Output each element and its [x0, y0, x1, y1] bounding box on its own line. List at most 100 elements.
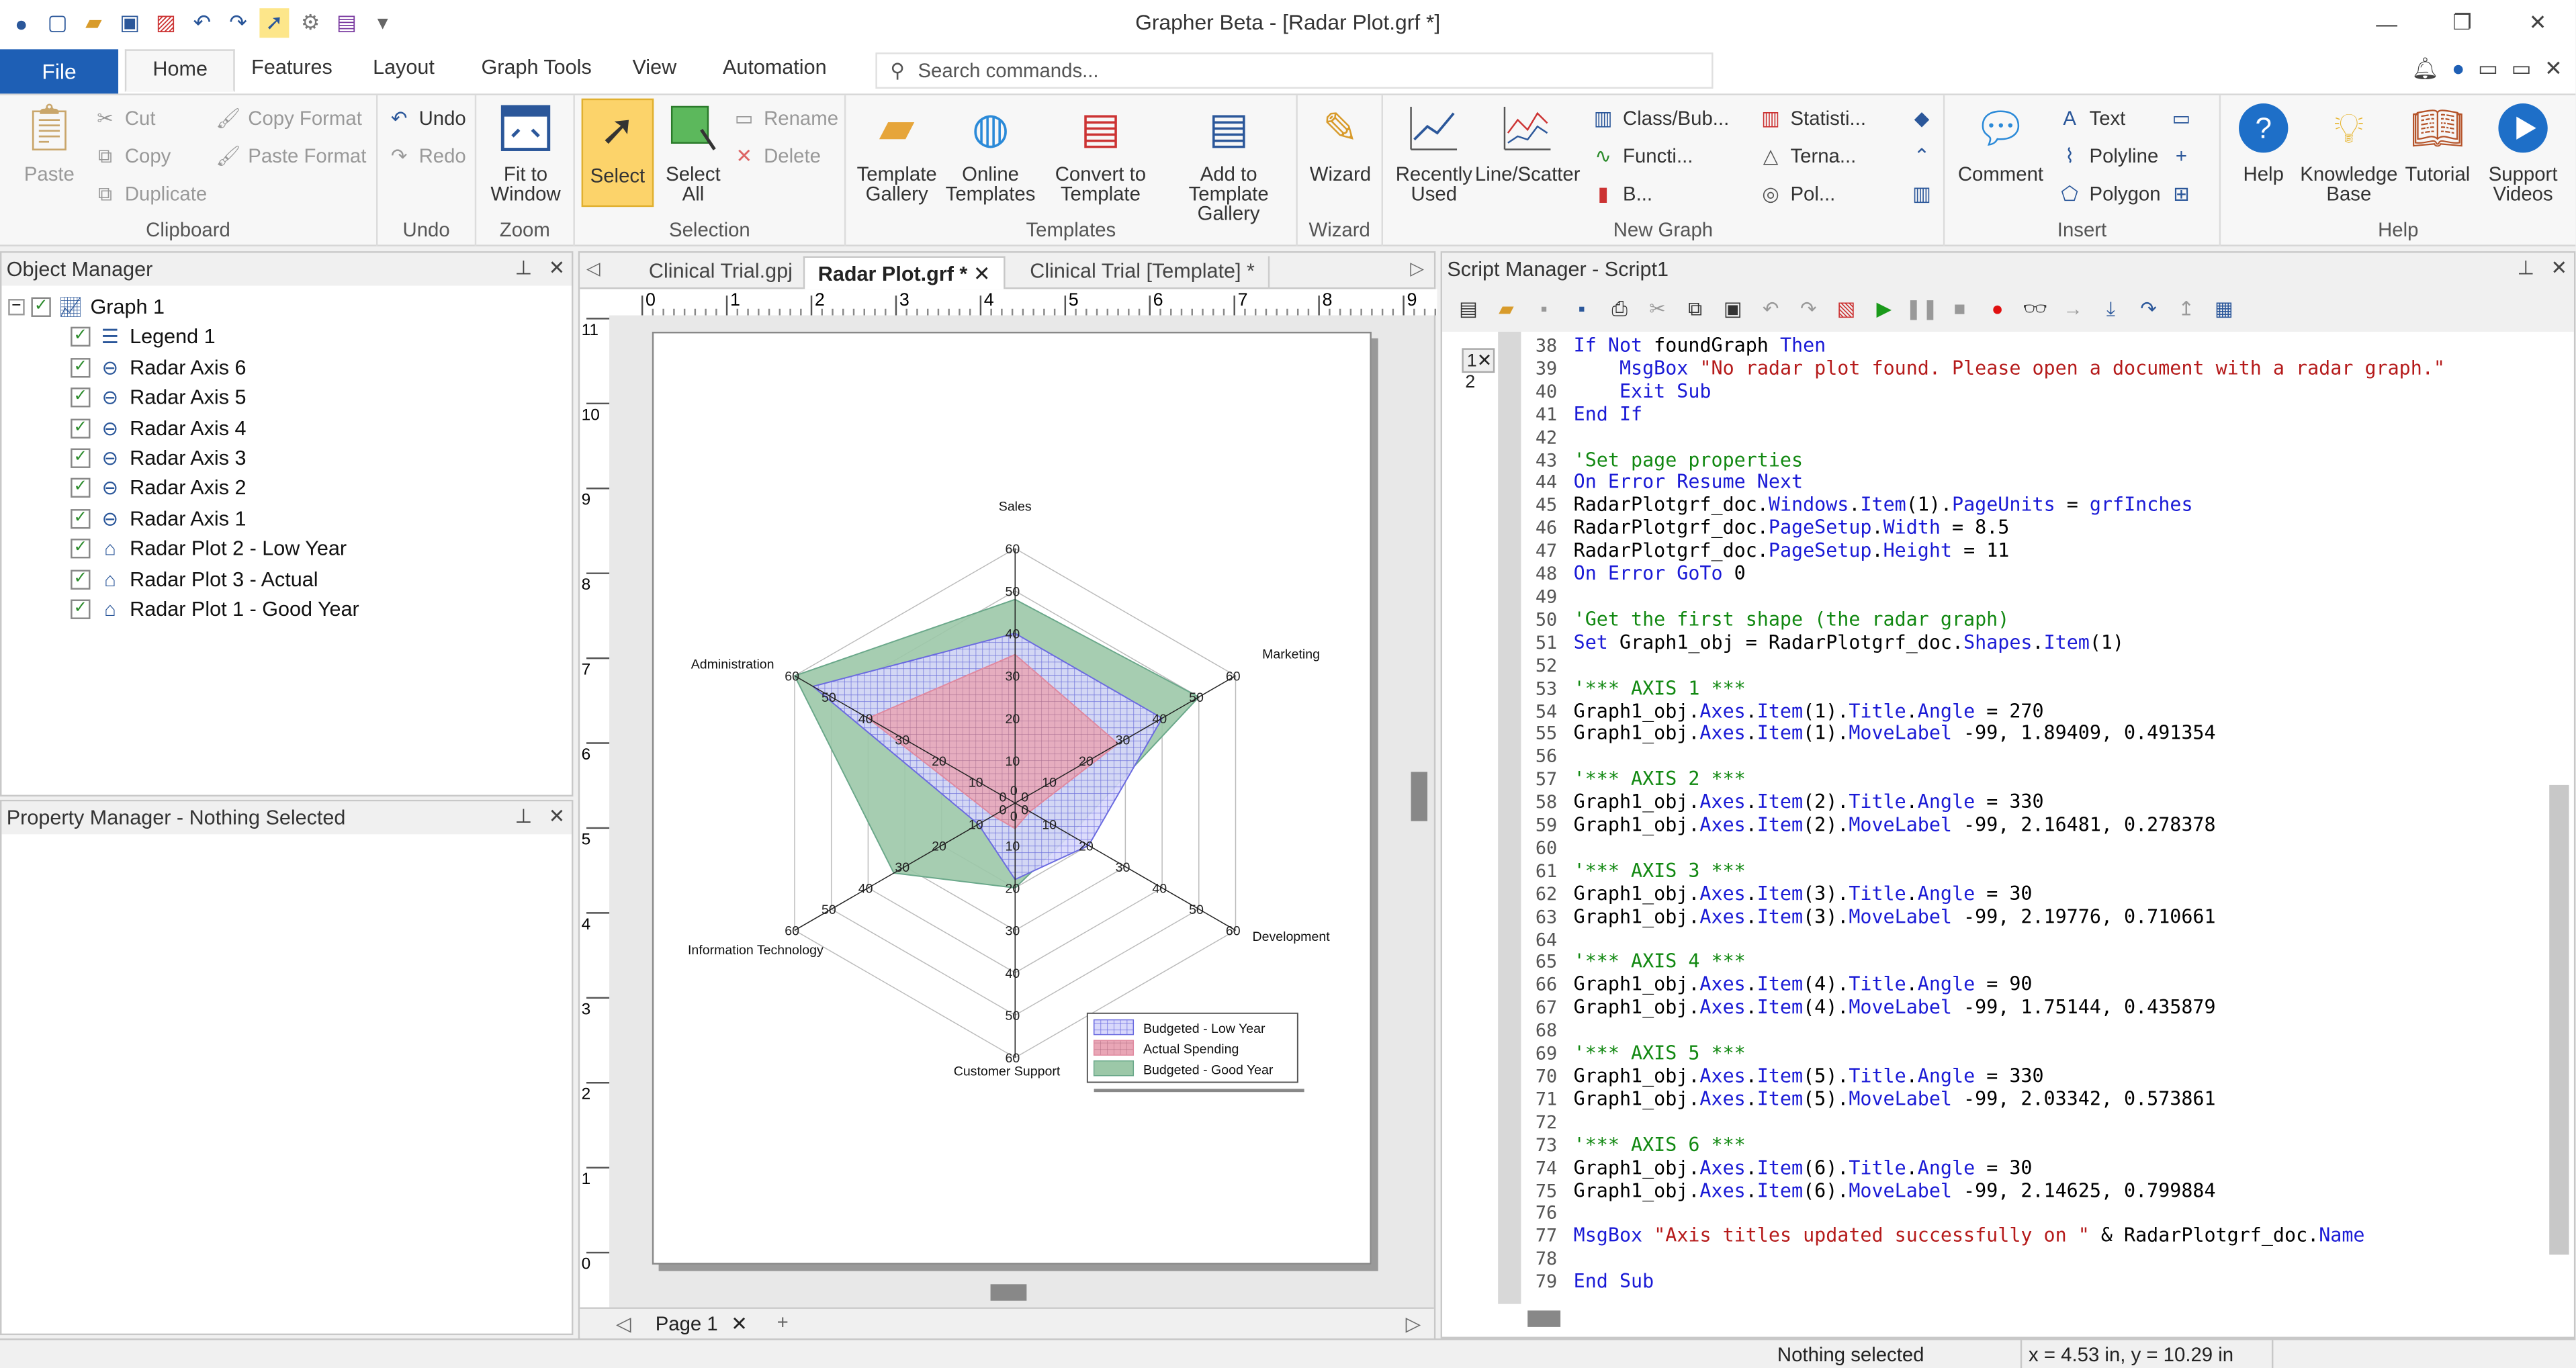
pause-icon[interactable]: ❚❚ — [1906, 292, 1939, 325]
close-button[interactable]: ✕ — [2500, 0, 2575, 46]
code-line[interactable]: 'Get the first shape (the radar graph) — [1574, 608, 2445, 632]
visible-checkbox[interactable]: ✓ — [71, 418, 91, 439]
tree-legend-1[interactable]: ✓ ☰ Legend 1 — [71, 322, 216, 351]
tree-radar-axis-6[interactable]: ✓ ⊖ Radar Axis 6 — [71, 353, 247, 383]
visible-checkbox[interactable]: ✓ — [71, 477, 91, 498]
code-line[interactable]: Graph1_obj.Axes.Item(1).Title.Angle = 27… — [1574, 699, 2445, 723]
ribbon-restore-icon[interactable]: ▭ — [2478, 56, 2498, 82]
xyz-graph-button[interactable]: ⌃ — [1909, 140, 1935, 173]
code-line[interactable]: End If — [1574, 402, 2445, 426]
code-line[interactable]: Graph1_obj.Axes.Item(3).MoveLabel -99, 2… — [1574, 905, 2445, 929]
rename-button[interactable]: ▭ Rename — [731, 102, 838, 135]
file-tab[interactable]: File — [0, 49, 119, 94]
doc-tab-clinical-trial[interactable]: Clinical Trial.gpj — [635, 256, 807, 289]
copy-format-button[interactable]: 🖌︎ Copy Format — [215, 102, 362, 135]
copy-icon[interactable]: ⧉ — [1679, 292, 1712, 325]
script-editor[interactable]: If Not foundGraph Then MsgBox "No radar … — [1574, 334, 2445, 1294]
tab-automation[interactable]: Automation — [723, 56, 827, 79]
redo-icon[interactable]: ↷ — [1792, 292, 1825, 325]
polygon-button[interactable]: ⬠ Polygon — [2057, 177, 2160, 210]
add-symbol-button[interactable]: + — [2168, 140, 2194, 173]
horizontal-scroll-thumb[interactable] — [990, 1284, 1027, 1301]
search-commands-input[interactable]: ⚲ Search commands... — [875, 52, 1714, 89]
tab-view[interactable]: View — [632, 56, 676, 79]
code-line[interactable]: End Sub — [1574, 1270, 2445, 1294]
cut-icon[interactable]: ✂ — [1641, 292, 1674, 325]
visible-checkbox[interactable]: ✓ — [71, 539, 91, 559]
code-line[interactable]: '*** AXIS 4 *** — [1574, 950, 2445, 974]
code-line[interactable]: Set Graph1_obj = RadarPlotgrf_doc.Shapes… — [1574, 631, 2445, 655]
run-icon[interactable]: ▶ — [1867, 292, 1900, 325]
code-line[interactable]: Graph1_obj.Axes.Item(4).Title.Angle = 90 — [1574, 973, 2445, 997]
polar-button[interactable]: ◎ Pol... — [1758, 177, 1835, 210]
pin-icon[interactable]: ⊥ — [2518, 256, 2535, 279]
tree-radar-axis-3[interactable]: ✓ ⊖ Radar Axis 3 — [71, 443, 247, 473]
breakpoint-icon[interactable]: ● — [1981, 292, 2014, 325]
save-script-icon[interactable]: ▪ — [1527, 292, 1560, 325]
code-line[interactable]: Exit Sub — [1574, 379, 2445, 404]
tree-radar-axis-1[interactable]: ✓ ⊖ Radar Axis 1 — [71, 504, 247, 534]
visible-checkbox[interactable]: ✓ — [71, 387, 91, 408]
code-line[interactable]: On Error GoTo 0 — [1574, 562, 2445, 586]
minimize-button[interactable]: — — [2349, 0, 2424, 46]
add-to-template-gallery-button[interactable]: ▤ Add to Template Gallery — [1161, 99, 1296, 224]
stop-icon[interactable]: ■ — [1943, 292, 1976, 325]
code-line[interactable] — [1574, 1020, 2445, 1043]
code-line[interactable]: '*** AXIS 5 *** — [1574, 1042, 2445, 1066]
ternary-button[interactable]: △ Terna... — [1758, 140, 1857, 173]
code-line[interactable]: '*** AXIS 2 *** — [1574, 768, 2445, 792]
tab-features[interactable]: Features — [251, 56, 332, 79]
tree-radar-axis-4[interactable]: ✓ ⊖ Radar Axis 4 — [71, 414, 247, 443]
code-line[interactable] — [1574, 1248, 2445, 1271]
code-line[interactable]: Graph1_obj.Axes.Item(5).MoveLabel -99, 2… — [1574, 1087, 2445, 1111]
step-into-icon[interactable]: ⤓ — [2094, 292, 2127, 325]
collapse-icon[interactable]: − — [8, 298, 25, 316]
tree-radar-axis-5[interactable]: ✓ ⊖ Radar Axis 5 — [71, 383, 247, 412]
code-line[interactable] — [1574, 1203, 2445, 1226]
pin-icon[interactable]: ⊥ — [515, 256, 533, 279]
code-line[interactable]: Graph1_obj.Axes.Item(5).Title.Angle = 33… — [1574, 1064, 2445, 1089]
quick-watch-icon[interactable]: 👓︎ — [2018, 292, 2051, 325]
code-line[interactable]: RadarPlotgrf_doc.PageSetup.Width = 8.5 — [1574, 516, 2445, 541]
doc-tab-template[interactable]: Clinical Trial [Template] * — [1017, 256, 1270, 289]
visible-checkbox[interactable]: ✓ — [71, 358, 91, 378]
undo-button[interactable]: ↶ Undo — [386, 102, 466, 135]
help-button[interactable]: ? Help — [2227, 99, 2300, 184]
code-line[interactable]: Graph1_obj.Axes.Item(6).MoveLabel -99, 2… — [1574, 1179, 2445, 1203]
other-graph-button[interactable]: ▥ — [1909, 177, 1935, 210]
cut-button[interactable]: ✂ Cut — [92, 102, 155, 135]
select-button[interactable]: ➚ Select — [581, 98, 654, 208]
panel-close-icon[interactable]: ✕ — [549, 256, 566, 279]
code-line[interactable]: If Not foundGraph Then — [1574, 334, 2445, 358]
code-line[interactable]: Graph1_obj.Axes.Item(2).Title.Angle = 33… — [1574, 790, 2445, 815]
class-bubble-button[interactable]: ▥ Class/Bub... — [1590, 102, 1729, 135]
redo-button[interactable]: ↷ Redo — [386, 140, 466, 173]
code-line[interactable] — [1574, 426, 2445, 449]
tab-home[interactable]: Home — [124, 49, 236, 92]
comment-button[interactable]: 💬︎ Comment — [1951, 99, 2050, 184]
code-line[interactable]: Graph1_obj.Axes.Item(3).Title.Angle = 30 — [1574, 882, 2445, 906]
script-tab-2[interactable]: 2 — [1462, 373, 1495, 392]
text-button[interactable]: A Text — [2057, 102, 2125, 135]
knowledge-base-button[interactable]: 💡︎ Knowledge Base — [2300, 99, 2399, 203]
script-horizontal-scroll-thumb[interactable] — [1527, 1310, 1561, 1327]
code-line[interactable]: Graph1_obj.Axes.Item(1).MoveLabel -99, 1… — [1574, 722, 2445, 746]
code-line[interactable]: RadarPlotgrf_doc.Windows.Item(1).PageUni… — [1574, 494, 2445, 518]
code-line[interactable]: Graph1_obj.Axes.Item(2).MoveLabel -99, 2… — [1574, 813, 2445, 837]
code-line[interactable]: '*** AXIS 1 *** — [1574, 676, 2445, 700]
fit-to-window-button[interactable]: Fit to Window — [486, 99, 565, 203]
script-tab-1[interactable]: 1✕ — [1462, 348, 1495, 373]
notification-bell-icon[interactable]: 🔔︎ — [2411, 56, 2438, 82]
help-icon[interactable]: ● — [2452, 56, 2464, 82]
convert-to-template-button[interactable]: ▤ Convert to Template — [1040, 99, 1161, 203]
restore-button[interactable]: ❐ — [2424, 0, 2499, 46]
tree-radar-axis-2[interactable]: ✓ ⊖ Radar Axis 2 — [71, 473, 247, 502]
line-scatter-button[interactable]: Line/Scatter — [1475, 99, 1581, 184]
visible-checkbox[interactable]: ✓ — [71, 326, 91, 347]
step-over-icon[interactable]: ↷ — [2132, 292, 2165, 325]
polyline-button[interactable]: ⌇ Polyline — [2057, 140, 2158, 173]
doc-tab-radar-plot[interactable]: Radar Plot.grf * ✕ — [803, 256, 1006, 289]
function-button[interactable]: ∿ Functi... — [1590, 140, 1693, 173]
bar-button[interactable]: ▮ B... — [1590, 177, 1653, 210]
statistics-button[interactable]: ▥ Statisti... — [1758, 102, 1866, 135]
